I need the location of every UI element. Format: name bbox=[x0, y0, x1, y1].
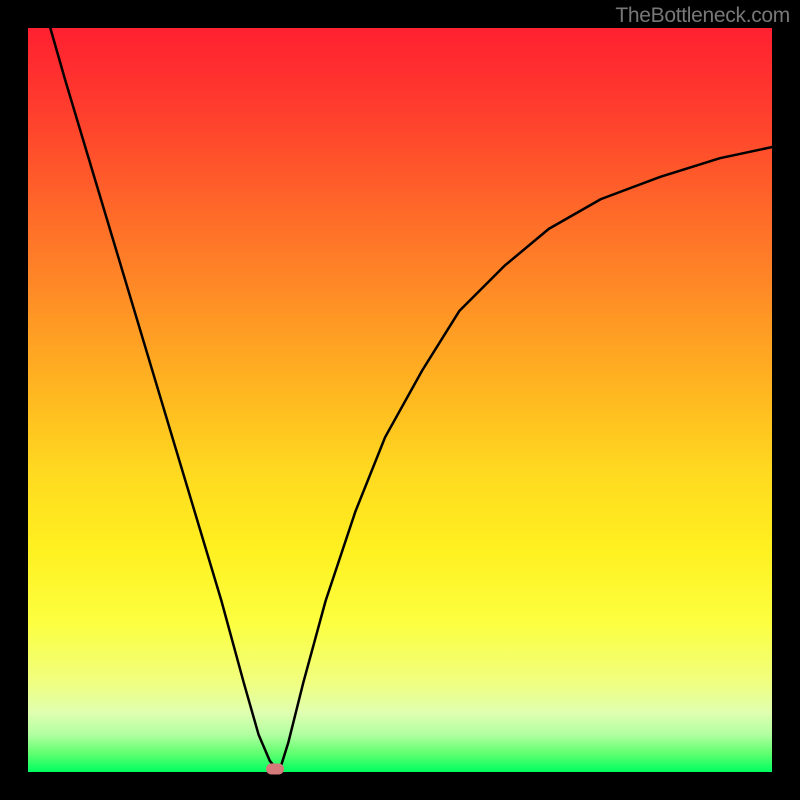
watermark: TheBottleneck.com bbox=[615, 4, 790, 28]
curve-layer bbox=[28, 28, 772, 772]
bottleneck-curve bbox=[50, 28, 772, 770]
minimum-marker bbox=[266, 764, 284, 775]
chart-frame: TheBottleneck.com bbox=[0, 0, 800, 800]
